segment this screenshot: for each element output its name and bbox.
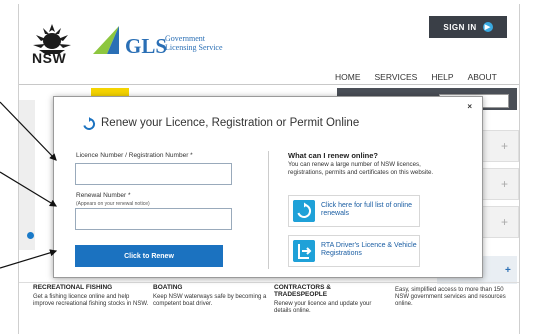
- renewal-number-input[interactable]: [75, 208, 232, 230]
- nsw-logo-text: NSW: [32, 50, 67, 66]
- renew-modal: × Renew your Licence, Registration or Pe…: [53, 96, 483, 278]
- licence-number-label: Licence Number / Registration Number *: [76, 152, 193, 159]
- side-panel: [19, 100, 35, 250]
- gls-logo-text: GLS: [125, 34, 168, 58]
- refresh-icon: [83, 117, 96, 130]
- modal-title: Renew your Licence, Registration or Perm…: [101, 117, 360, 129]
- click-to-renew-button[interactable]: Click to Renew: [75, 245, 223, 267]
- feature-title: BOATING: [153, 284, 183, 291]
- modal-divider: [268, 151, 269, 269]
- sign-in-button[interactable]: SIGN IN ▶: [429, 16, 507, 38]
- refresh-icon: [293, 200, 315, 222]
- sign-in-label: SIGN IN: [443, 22, 477, 32]
- feature-boating[interactable]: BOATING Keep NSW waterways safe by becom…: [153, 284, 269, 308]
- renewal-number-label: Renewal Number *: [76, 192, 131, 199]
- feature-text: Keep NSW waterways safe by becoming a co…: [153, 294, 267, 307]
- gls-subtitle-line2: Licensing Service: [165, 43, 223, 52]
- nav-divider: [19, 84, 519, 85]
- feature-title: RECREATIONAL FISHING: [33, 284, 113, 291]
- feature-recreational-fishing[interactable]: RECREATIONAL FISHING Get a fishing licen…: [33, 284, 149, 308]
- columns-divider: [19, 282, 519, 283]
- rta-link[interactable]: RTA Driver's Licence & Vehicle Registrat…: [288, 235, 420, 267]
- gls-logo-subtitle: Government Licensing Service: [165, 34, 223, 52]
- gls-subtitle-line1: Government: [165, 34, 205, 43]
- feature-text: Easy, simplified access to more than 150…: [395, 287, 506, 307]
- feature-text: Get a fishing licence online and help im…: [33, 294, 149, 307]
- renew-info-title: What can I renew online?: [288, 151, 379, 160]
- nav-item-services[interactable]: SERVICES: [375, 72, 418, 82]
- nav-item-help[interactable]: HELP: [431, 72, 453, 82]
- page-frame: NSW GLS Government Licensing Service SIG…: [18, 4, 520, 334]
- rta-link-text: RTA Driver's Licence & Vehicle Registrat…: [321, 242, 417, 257]
- plus-icon: +: [505, 265, 511, 276]
- gls-logo-icon: [93, 26, 119, 54]
- external-link-icon: [293, 240, 315, 262]
- arrow-right-icon: ▶: [482, 22, 493, 32]
- main-nav: HOME SERVICES HELP ABOUT: [335, 72, 511, 82]
- licence-number-input[interactable]: [75, 163, 232, 185]
- feature-contractors[interactable]: CONTRACTORS & TRADESPEOPLE Renew your li…: [274, 284, 384, 315]
- plus-icon: +: [500, 177, 508, 191]
- full-list-link[interactable]: Click here for full list of online renew…: [288, 195, 420, 227]
- renewal-number-hint: (Appears on your renewal notice): [76, 201, 150, 207]
- plus-icon: +: [500, 139, 508, 153]
- feature-text: Renew your licence and update your detai…: [274, 301, 372, 314]
- plus-icon: +: [500, 215, 508, 229]
- close-icon[interactable]: ×: [467, 102, 472, 111]
- nav-item-home[interactable]: HOME: [335, 72, 361, 82]
- nav-item-about[interactable]: ABOUT: [468, 72, 497, 82]
- feature-services[interactable]: Easy, simplified access to more than 150…: [395, 284, 515, 308]
- full-list-link-text: Click here for full list of online renew…: [321, 202, 413, 217]
- carousel-dot[interactable]: [27, 232, 34, 239]
- renew-info-desc: You can renew a large number of NSW lice…: [288, 161, 434, 176]
- feature-title: CONTRACTORS & TRADESPEOPLE: [274, 284, 331, 298]
